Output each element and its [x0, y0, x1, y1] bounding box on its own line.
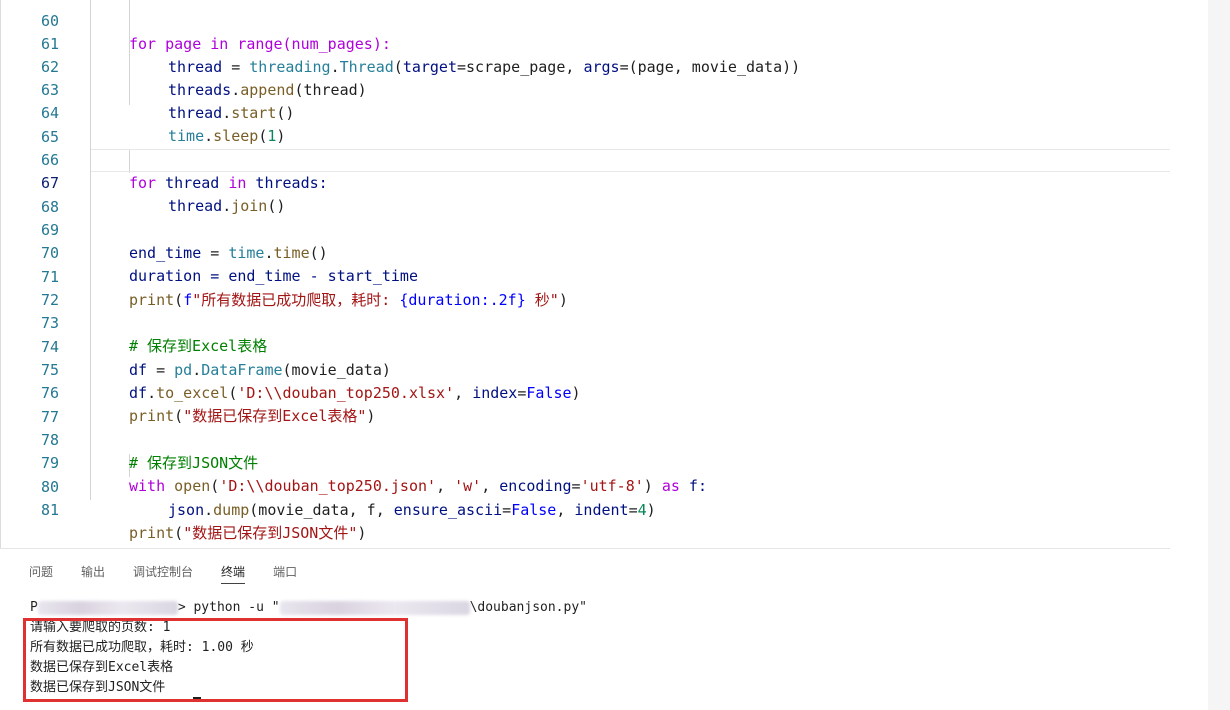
token: dump — [213, 501, 250, 519]
code-line: 76 print("数据已保存到Excel表格") — [1, 359, 1170, 425]
vertical-scrollbar[interactable] — [1208, 0, 1230, 710]
token: ensure_ascii — [393, 501, 503, 519]
code-line: 64 time.sleep(1) — [1, 79, 1170, 145]
terminal-command: > python -u " — [177, 600, 280, 615]
tab-ports[interactable]: 端口 — [273, 561, 297, 583]
code-line-current: 67 thread.join() — [1, 149, 1170, 215]
code-text: json.dump(movie_data, f, ensure_ascii=Fa… — [168, 499, 656, 522]
token: ( — [174, 524, 184, 542]
token: . — [204, 501, 214, 519]
code-text: print("数据已保存到JSON文件") — [129, 522, 366, 545]
code-line: 81 print("数据已保存到JSON文件") — [1, 476, 1170, 542]
code-line: 72 — [1, 266, 1170, 309]
code-line: 66 for thread in threads: — [1, 126, 1170, 192]
token: 4 — [637, 501, 647, 519]
code-line: 77 — [1, 383, 1170, 426]
tab-debug-console[interactable]: 调试控制台 — [133, 561, 193, 583]
code-line: 73 # 保存到Excel表格 — [1, 289, 1170, 355]
code-line: 62 threads.append(thread) — [1, 33, 1170, 99]
code-line: 78 # 保存到JSON文件 — [1, 406, 1170, 472]
code-line: 69 end_time = time.time() — [1, 196, 1170, 262]
redacted-path — [37, 600, 178, 615]
token: print — [129, 524, 175, 542]
token: = — [628, 501, 638, 519]
tab-terminal[interactable]: 终端 — [221, 561, 246, 584]
tab-output[interactable]: 输出 — [81, 561, 105, 583]
code-line: 68 — [1, 173, 1170, 216]
token: indent — [574, 501, 629, 519]
code-line: 65 — [1, 103, 1170, 146]
terminal-command-line: P > python -u " \doubanjson.py" — [30, 598, 587, 618]
code-line: 80 json.dump(movie_data, f, ensure_ascii… — [1, 453, 1170, 519]
panel-tabs: 问题 输出 调试控制台 终端 端口 — [29, 561, 325, 585]
token: ) — [357, 524, 367, 542]
code-line: 63 thread.start() — [1, 56, 1170, 122]
token: "数据已保存到JSON文件" — [183, 524, 358, 542]
code-line: 61 thread = threading.Thread(target=scra… — [1, 10, 1170, 76]
terminal-prompt: P — [30, 600, 38, 615]
token: json — [168, 501, 205, 519]
code-editor[interactable]: 60 for page in range(num_pages): 61 thre… — [0, 0, 1170, 548]
line-number: 81 — [40, 501, 59, 519]
red-highlight-box — [23, 618, 408, 702]
code-line-partial: 60 for page in range(num_pages): — [1, 0, 1170, 53]
code-line: 74 df = pd.DataFrame(movie_data) — [1, 313, 1170, 379]
redacted-path — [279, 600, 470, 615]
code-line: 70 duration = end_time - start_time — [1, 219, 1170, 285]
token: , — [556, 501, 575, 519]
token: False — [511, 501, 557, 519]
code-line: 71 print(f"所有数据已成功爬取，耗时: {duration:.2f} … — [1, 243, 1170, 309]
code-line: 79 with open('D:\\douban_top250.json', '… — [1, 429, 1170, 495]
token: ) — [646, 501, 656, 519]
tab-problems[interactable]: 问题 — [29, 561, 53, 583]
token: = — [502, 501, 512, 519]
terminal-command-file: \doubanjson.py" — [469, 600, 587, 615]
code-line: 75 df.to_excel('D:\\douban_top250.xlsx',… — [1, 336, 1170, 402]
token: (movie_data, f, — [249, 501, 394, 519]
